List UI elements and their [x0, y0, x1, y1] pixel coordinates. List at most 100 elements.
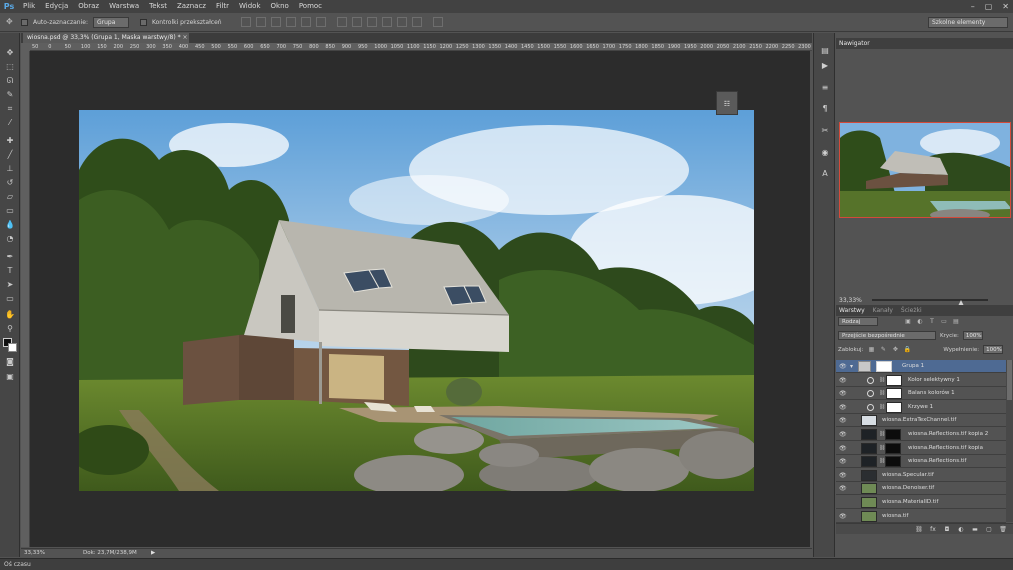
opacity-field[interactable]: 100%: [962, 331, 983, 340]
quick-select-tool-icon[interactable]: ✎: [4, 89, 16, 100]
move-tool-icon[interactable]: ✥: [6, 17, 16, 27]
fx-icon[interactable]: fx: [929, 525, 937, 533]
layer-row[interactable]: 👁 wiosna.tif: [836, 510, 1006, 523]
auto-align-icon[interactable]: [432, 17, 443, 27]
layers-scrollbar[interactable]: [1006, 360, 1013, 522]
tab-layers[interactable]: Warstwy: [839, 307, 865, 314]
visibility-eye-icon[interactable]: 👁: [839, 445, 847, 452]
blur-tool-icon[interactable]: 💧: [4, 219, 16, 230]
layer-mask-thumbnail[interactable]: [885, 429, 901, 440]
layer-mask-thumbnail[interactable]: [886, 401, 902, 413]
distribute-right-icon[interactable]: [411, 17, 422, 27]
menu-item-7[interactable]: Widok: [234, 0, 266, 13]
auto-select-checkbox[interactable]: [21, 18, 28, 26]
layer-name[interactable]: Grupa 1: [902, 360, 924, 373]
visibility-eye-icon[interactable]: 👁: [839, 363, 847, 370]
visibility-eye-icon[interactable]: 👁: [839, 404, 847, 411]
workspace-dropdown[interactable]: Szkolne elementy: [928, 17, 1008, 28]
blend-mode-dropdown[interactable]: Przejście bezpośrednie: [838, 331, 936, 340]
fill-field[interactable]: 100%: [983, 345, 1004, 354]
layer-mask-thumbnail[interactable]: [885, 456, 901, 468]
gradient-tool-icon[interactable]: ▭: [4, 205, 16, 216]
minimize-button[interactable]: –: [971, 2, 975, 11]
clone-stamp-tool-icon[interactable]: ⊥: [4, 163, 16, 174]
status-menu-arrow-icon[interactable]: ▶: [151, 550, 155, 556]
move-tool-icon[interactable]: ✥: [4, 47, 16, 58]
group-expand-icon[interactable]: ▾: [850, 363, 853, 370]
layer-name[interactable]: wiosna.Denoiser.tif: [882, 482, 934, 495]
new-layer-icon[interactable]: ▢: [985, 525, 993, 533]
timeline-label[interactable]: Oś czasu: [4, 561, 31, 568]
layer-name[interactable]: Krzywe 1: [908, 401, 933, 414]
visibility-eye-icon[interactable]: 👁: [839, 390, 847, 397]
layer-name[interactable]: wiosna.MaterialID.tif: [882, 496, 938, 509]
layer-name[interactable]: wiosna.ExtraTexChannel.tif: [882, 414, 956, 427]
menu-item-8[interactable]: Okno: [266, 0, 294, 13]
filter-pixel-icon[interactable]: ▣: [904, 318, 912, 326]
document-tab[interactable]: wiosna.psd @ 33,3% (Grupa 1, Maska warst…: [23, 33, 189, 43]
lock-pixels-icon[interactable]: ✎: [879, 346, 887, 354]
close-button[interactable]: ✕: [1002, 2, 1009, 11]
distribute-vcenter-icon[interactable]: [351, 17, 362, 27]
distribute-hcenter-icon[interactable]: [396, 17, 407, 27]
filter-shape-icon[interactable]: ▭: [940, 318, 948, 326]
marquee-tool-icon[interactable]: ⬚: [4, 61, 16, 72]
layer-row[interactable]: 👁 ⛓ Kolor selektywny 1: [836, 374, 1006, 387]
visibility-eye-icon[interactable]: 👁: [839, 417, 847, 424]
crop-tool-icon[interactable]: ⌗: [4, 103, 16, 114]
canvas-area[interactable]: ☷: [30, 51, 810, 547]
tab-paths[interactable]: Ścieżki: [901, 307, 922, 314]
adjustment-icon[interactable]: ◐: [957, 525, 965, 533]
align-left-icon[interactable]: [285, 17, 296, 27]
distribute-left-icon[interactable]: [381, 17, 392, 27]
layer-row[interactable]: 👁 ⛓ wiosna.Reflections.tif: [836, 455, 1006, 469]
trash-icon[interactable]: 🗑: [999, 525, 1007, 533]
layer-row[interactable]: 👁 ▾ Grupa 1: [836, 360, 1006, 373]
layer-mask-thumbnail[interactable]: [885, 442, 901, 454]
chain-link-icon[interactable]: ⛓: [879, 431, 885, 438]
tools-preset-icon[interactable]: ✂: [819, 125, 831, 136]
transform-controls-checkbox[interactable]: [139, 18, 147, 26]
lock-transparency-icon[interactable]: ▦: [867, 346, 875, 354]
menu-item-0[interactable]: Plik: [18, 0, 40, 13]
align-bottom-icon[interactable]: [270, 17, 281, 27]
layer-row[interactable]: wiosna.MaterialID.tif: [836, 496, 1006, 509]
navigator-thumbnail[interactable]: [839, 122, 1011, 218]
chain-link-icon[interactable]: ⛓: [879, 377, 885, 384]
menu-item-9[interactable]: Pomoc: [294, 0, 327, 13]
link-icon[interactable]: ⛓: [915, 525, 923, 533]
paragraph-panel-icon[interactable]: ¶: [819, 103, 831, 114]
chain-link-icon[interactable]: ⛓: [879, 390, 885, 397]
layer-mask-thumbnail[interactable]: [876, 361, 892, 372]
character-panel-icon[interactable]: A: [819, 168, 831, 179]
menu-item-2[interactable]: Obraz: [73, 0, 104, 13]
history-panel-icon[interactable]: ▤: [819, 45, 831, 56]
chain-link-icon[interactable]: ⛓: [879, 404, 885, 411]
chain-link-icon[interactable]: ⛓: [879, 458, 885, 465]
filter-adjustment-icon[interactable]: ◐: [916, 318, 924, 326]
mask-icon[interactable]: ◘: [943, 525, 951, 533]
tab-channels[interactable]: Kanały: [873, 307, 893, 314]
layer-mask-thumbnail[interactable]: [886, 388, 902, 400]
menu-item-1[interactable]: Edycja: [40, 0, 73, 13]
type-tool-icon[interactable]: T: [4, 265, 16, 276]
zoom-tool-icon[interactable]: ⚲: [4, 323, 16, 334]
screen-mode-icon[interactable]: ▣: [4, 371, 16, 382]
layer-row[interactable]: 👁 ⛓ wiosna.Reflections.tif kopia 2: [836, 428, 1006, 441]
color-panel-icon[interactable]: ◉: [819, 147, 831, 158]
layer-row[interactable]: 👁 wiosna.Denoiser.tif: [836, 482, 1006, 496]
layer-name[interactable]: Kolor selektywny 1: [908, 374, 960, 387]
layer-name[interactable]: wiosna.Reflections.tif kopia: [908, 442, 983, 455]
lock-position-icon[interactable]: ✥: [891, 346, 899, 354]
visibility-eye-icon[interactable]: 👁: [839, 458, 847, 465]
shape-tool-icon[interactable]: ▭: [4, 293, 16, 304]
menu-item-6[interactable]: Filtr: [211, 0, 234, 13]
layer-row[interactable]: 👁 wiosna.ExtraTexChannel.tif: [836, 414, 1006, 428]
align-vcenter-icon[interactable]: [255, 17, 266, 27]
layer-mask-thumbnail[interactable]: [886, 374, 902, 386]
path-select-tool-icon[interactable]: ➤: [4, 279, 16, 290]
navigator-zoom-value[interactable]: 33,33%: [836, 297, 866, 304]
eyedropper-tool-icon[interactable]: ⁄: [4, 117, 16, 128]
layer-row[interactable]: 👁 ⛓ Krzywe 1: [836, 401, 1006, 414]
distribute-bottom-icon[interactable]: [366, 17, 377, 27]
